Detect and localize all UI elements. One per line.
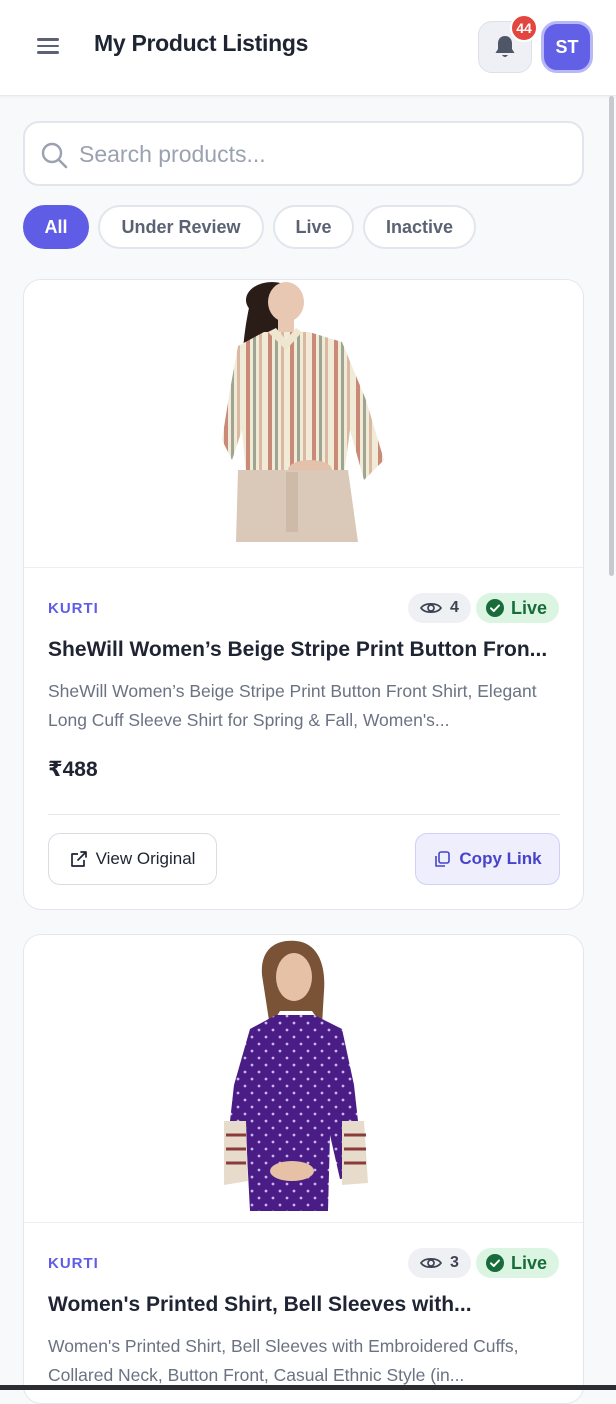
product-price: ₹488 xyxy=(48,758,98,781)
product-category: KURTI xyxy=(48,600,99,617)
product-title: Women's Printed Shirt, Bell Sleeves with… xyxy=(48,1293,472,1316)
product-card[interactable]: KURTI 3 Live Women's Printed Shirt, Bell… xyxy=(23,934,584,1404)
copy-link-button[interactable]: Copy Link xyxy=(415,833,560,885)
product-title: SheWill Women’s Beige Stripe Print Butto… xyxy=(48,638,548,661)
search-icon xyxy=(41,142,68,169)
filter-chip-inactive[interactable]: Inactive xyxy=(363,205,476,249)
status-label: Live xyxy=(511,597,548,618)
check-circle-icon xyxy=(486,1254,504,1272)
bottom-edge-bar xyxy=(0,1385,616,1390)
copy-icon xyxy=(435,851,451,867)
product-image xyxy=(24,280,583,568)
product-photo-purple-printed-shirt xyxy=(224,940,368,1211)
hamburger-menu-icon[interactable] xyxy=(36,34,62,60)
scrollbar-thumb[interactable] xyxy=(609,96,614,576)
status-badge: Live xyxy=(476,1248,560,1278)
view-original-label: View Original xyxy=(95,849,196,868)
views-count-pill: 4 xyxy=(408,593,471,623)
product-description: SheWill Women’s Beige Stripe Print Butto… xyxy=(48,681,537,730)
page-scrollbar[interactable] xyxy=(607,96,616,1390)
copy-link-label: Copy Link xyxy=(459,849,542,868)
filter-chip-all[interactable]: All xyxy=(23,205,89,249)
eye-icon xyxy=(420,1258,442,1268)
filter-chip-under-review[interactable]: Under Review xyxy=(98,205,264,249)
views-count-pill: 3 xyxy=(408,1248,471,1278)
eye-icon xyxy=(420,603,442,613)
status-label: Live xyxy=(511,1252,548,1273)
user-avatar[interactable]: ST xyxy=(541,21,593,73)
views-count: 3 xyxy=(450,1254,459,1271)
status-badge: Live xyxy=(476,593,560,623)
external-link-icon xyxy=(70,851,87,867)
product-image xyxy=(24,935,583,1223)
notification-count-badge: 44 xyxy=(510,14,538,42)
product-card[interactable]: KURTI 4 Live SheWill Women’s Beige Strip… xyxy=(23,279,584,910)
search-input[interactable] xyxy=(79,135,559,173)
product-category: KURTI xyxy=(48,1255,99,1272)
search-bar xyxy=(23,121,584,186)
product-description: Women's Printed Shirt, Bell Sleeves with… xyxy=(48,1336,519,1385)
filter-chip-live[interactable]: Live xyxy=(273,205,354,249)
product-photo-striped-shirt xyxy=(222,282,384,542)
page-title: My Product Listings xyxy=(94,30,309,56)
top-app-bar: My Product Listings 44 ST xyxy=(0,0,616,96)
views-count: 4 xyxy=(450,599,459,616)
card-divider xyxy=(48,814,560,815)
check-circle-icon xyxy=(486,599,504,617)
view-original-button[interactable]: View Original xyxy=(48,833,217,885)
